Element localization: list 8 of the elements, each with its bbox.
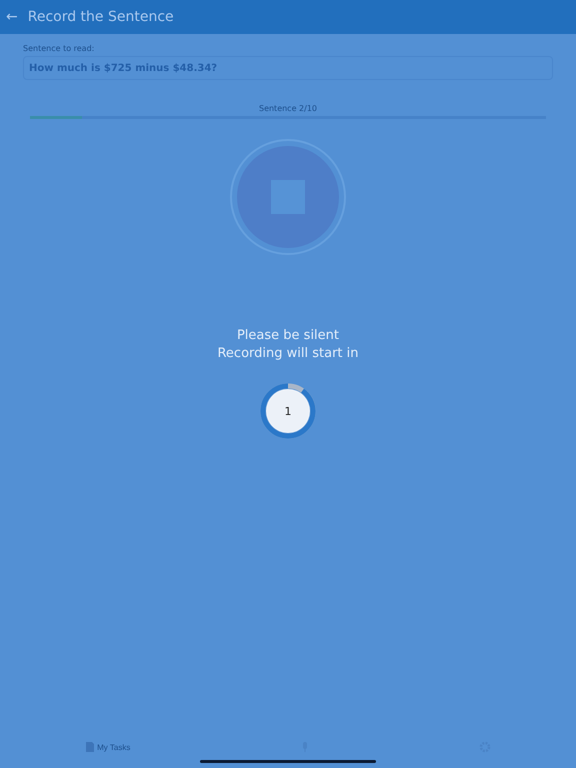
field-label: Sentence to read: [23,44,96,53]
back-button[interactable]: ← [6,9,18,25]
progress-label: Sentence 2/10 [258,104,318,113]
screen-title: Record the Sentence [28,9,174,25]
tab-label[interactable]: My Tasks [97,742,130,752]
stop-button[interactable] [230,139,346,255]
countdown-message: Please be silent Recording will start in [217,327,358,363]
document-icon [85,741,96,753]
